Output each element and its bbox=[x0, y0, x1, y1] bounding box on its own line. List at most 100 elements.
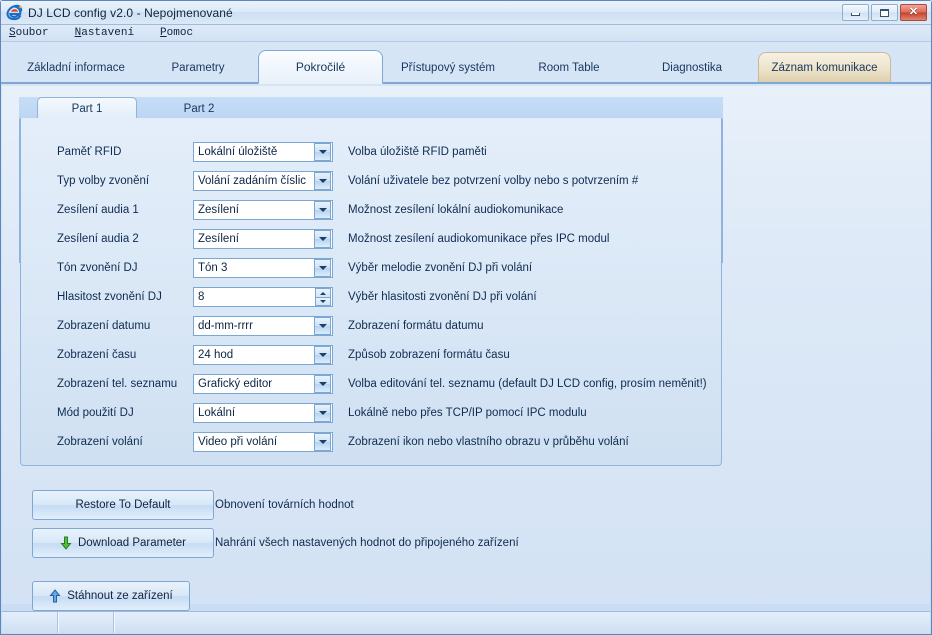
chevron-down-icon[interactable] bbox=[314, 317, 331, 335]
status-bar bbox=[2, 611, 930, 633]
form-row-description: Volba editování tel. seznamu (default DJ… bbox=[348, 378, 707, 390]
chevron-down-icon[interactable] bbox=[314, 433, 331, 451]
dropdown-select[interactable]: Video při volání bbox=[193, 432, 333, 452]
sub-tab-part-1[interactable]: Part 1 bbox=[37, 97, 137, 119]
form-row: Zobrazení datumu dd-mm-rrrr Zobrazení form… bbox=[21, 315, 721, 337]
menu-label-pomoc: omoc bbox=[166, 27, 194, 39]
arrow-down-green-icon bbox=[60, 536, 72, 550]
tab-parametry[interactable]: Parametry bbox=[141, 52, 255, 82]
chevron-down-glyph bbox=[318, 411, 327, 415]
control-value: Tón 3 bbox=[198, 262, 228, 274]
dropdown-select[interactable]: dd-mm-rrrr bbox=[193, 316, 333, 336]
chevron-down-glyph bbox=[318, 237, 327, 241]
sub-tab-part-2[interactable]: Part 2 bbox=[149, 98, 249, 119]
window-controls: ✕ bbox=[842, 4, 927, 21]
tab-label: Pokročilé bbox=[295, 60, 346, 74]
restore-to-default-button[interactable]: Restore To Default bbox=[32, 490, 214, 520]
spinner-down-button[interactable] bbox=[315, 297, 331, 306]
minimize-button[interactable] bbox=[842, 4, 869, 21]
minimize-icon bbox=[851, 13, 860, 16]
chevron-down-glyph bbox=[318, 440, 327, 444]
form-row-label: Zobrazení datumu bbox=[57, 320, 151, 332]
tab-zaznam-komunikace[interactable]: Záznam komunikace bbox=[758, 52, 891, 82]
sub-tab-label: Part 2 bbox=[183, 102, 215, 115]
tab-label: Diagnostika bbox=[661, 61, 723, 74]
dropdown-select[interactable]: Zesílení bbox=[193, 200, 333, 220]
status-panel-3 bbox=[114, 612, 930, 633]
tab-strip-baseline bbox=[1, 82, 931, 84]
form-row-description: Možnost zesílení lokální audiokomunikace bbox=[348, 204, 564, 216]
chevron-down-icon[interactable] bbox=[314, 375, 331, 393]
chevron-down-glyph bbox=[318, 324, 327, 328]
download-parameter-description: Nahrání všech nastavených hodnot do přip… bbox=[215, 537, 519, 549]
form-row: Zobrazení času 24 hod Způsob zobrazení for… bbox=[21, 344, 721, 366]
spinner-input[interactable]: 8 bbox=[193, 287, 333, 307]
dropdown-select[interactable]: Lokální bbox=[193, 403, 333, 423]
form-row-label: Zesílení audia 2 bbox=[57, 233, 139, 245]
chevron-down-icon[interactable] bbox=[314, 259, 331, 277]
spinner-buttons[interactable] bbox=[315, 288, 331, 306]
chevron-down-icon[interactable] bbox=[314, 143, 331, 161]
form-row-label: Mód použití DJ bbox=[57, 407, 134, 419]
form-row-description: Způsob zobrazení formátu času bbox=[348, 349, 510, 361]
restore-to-default-label: Restore To Default bbox=[75, 499, 171, 511]
dropdown-select[interactable]: Zesílení bbox=[193, 229, 333, 249]
control-value: Zesílení bbox=[198, 204, 239, 216]
dropdown-select[interactable]: Volání zadáním číslic bbox=[193, 171, 333, 191]
upload-from-device-button[interactable]: Stáhnout ze zařízení bbox=[32, 581, 190, 611]
form-row: Zesílení audia 2 Zesílení Možnost zesílení… bbox=[21, 228, 721, 250]
maximize-button[interactable] bbox=[871, 4, 898, 21]
chevron-down-icon[interactable] bbox=[314, 346, 331, 364]
tab-pristupovy-system[interactable]: Přístupový systém bbox=[383, 52, 513, 82]
settings-form-group: Paměť RFID Lokální úložiště Volba úložiště… bbox=[20, 118, 722, 466]
tab-zakladni-informace[interactable]: Základní informace bbox=[11, 52, 141, 82]
chevron-down-icon[interactable] bbox=[314, 230, 331, 248]
close-button[interactable]: ✕ bbox=[900, 4, 927, 21]
menu-accel-soubor: S bbox=[9, 27, 16, 39]
dropdown-select[interactable]: Lokální úložiště bbox=[193, 142, 333, 162]
menu-label-soubor: oubor bbox=[15, 27, 49, 39]
dropdown-select[interactable]: 24 hod bbox=[193, 345, 333, 365]
form-row-label: Paměť RFID bbox=[57, 146, 122, 158]
form-row-description: Volání uživatele bez potvrzení volby neb… bbox=[348, 175, 639, 187]
sub-tab-strip: Part 1 Part 2 bbox=[19, 97, 723, 119]
tab-pokrocile[interactable]: Pokročilé bbox=[258, 50, 383, 84]
tab-page-pokrocile: Part 1 Part 2 Paměť RFID Lokální úložiště… bbox=[2, 86, 930, 611]
download-parameter-button[interactable]: Download Parameter bbox=[32, 528, 214, 558]
menu-item-nastaveni[interactable]: Nastavení bbox=[73, 26, 144, 40]
form-row: Mód použití DJ Lokální Lokálně nebo přes T… bbox=[21, 402, 721, 424]
control-value: Zesílení bbox=[198, 233, 239, 245]
tab-room-table[interactable]: Room Table bbox=[515, 52, 623, 82]
chevron-up-icon bbox=[320, 291, 326, 295]
title-bar: DJ LCD config v2.0 - Nepojmenované ✕ bbox=[1, 1, 931, 25]
form-row: Hlasitost zvonění DJ 8 Výběr hlasitosti zv… bbox=[21, 286, 721, 308]
form-row-description: Výběr melodie zvonění DJ při volání bbox=[348, 262, 533, 274]
tab-diagnostika[interactable]: Diagnostika bbox=[636, 52, 748, 82]
form-row: Zobrazení volání Video při volání Zobrazen… bbox=[21, 431, 721, 453]
chevron-down-icon bbox=[320, 300, 326, 303]
main-tab-strip: Základní informace Parametry Pokročilé P… bbox=[1, 48, 931, 84]
form-row: Zobrazení tel. seznamu Grafický editor Vol… bbox=[21, 373, 721, 395]
dropdown-select[interactable]: Tón 3 bbox=[193, 258, 333, 278]
chevron-down-icon[interactable] bbox=[314, 172, 331, 190]
form-row: Paměť RFID Lokální úložiště Volba úložiště… bbox=[21, 141, 721, 163]
chevron-down-icon[interactable] bbox=[314, 404, 331, 422]
form-row-label: Zobrazení času bbox=[57, 349, 137, 361]
form-row: Zesílení audia 1 Zesílení Možnost zesílení… bbox=[21, 199, 721, 221]
chevron-down-icon[interactable] bbox=[314, 201, 331, 219]
form-row-label: Hlasitost zvonění DJ bbox=[57, 291, 162, 303]
status-panel-2 bbox=[58, 612, 114, 633]
dropdown-select[interactable]: Grafický editor bbox=[193, 374, 333, 394]
form-row-description: Zobrazení formátu datumu bbox=[348, 320, 484, 332]
form-row-description: Výběr hlasitosti zvonění DJ při volání bbox=[348, 291, 537, 303]
spinner-up-button[interactable] bbox=[315, 288, 331, 297]
tab-label: Záznam komunikace bbox=[771, 61, 878, 74]
form-row-description: Zobrazení ikon nebo vlastního obrazu v p… bbox=[348, 436, 629, 448]
control-value: Lokální úložiště bbox=[198, 146, 278, 158]
menu-bar: Soubor Nastavení Pomoc bbox=[1, 25, 931, 42]
menu-item-pomoc[interactable]: Pomoc bbox=[158, 26, 203, 40]
form-row-description: Možnost zesílení audiokomunikace přes IP… bbox=[348, 233, 610, 245]
download-parameter-label: Download Parameter bbox=[77, 537, 187, 549]
maximize-icon bbox=[880, 8, 889, 17]
menu-item-soubor[interactable]: Soubor bbox=[7, 26, 59, 40]
